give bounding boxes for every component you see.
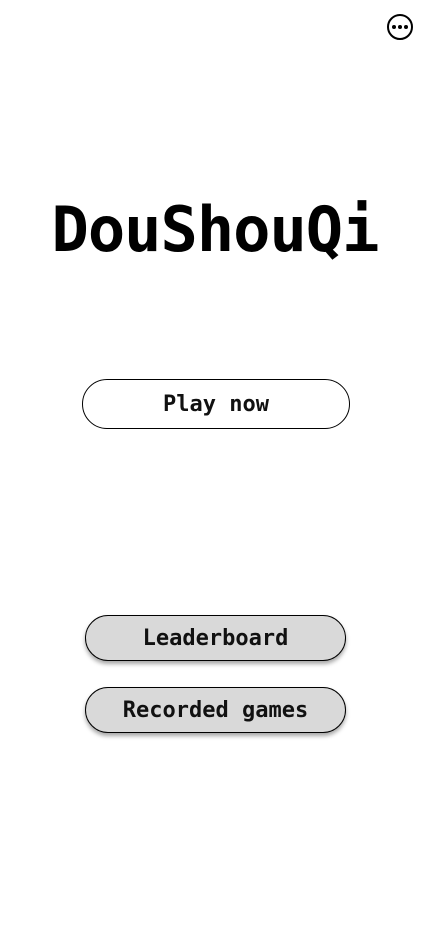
more-options-button[interactable] <box>387 14 413 40</box>
play-now-button[interactable]: Play now <box>82 379 350 429</box>
recorded-games-button[interactable]: Recorded games <box>85 687 346 733</box>
app-title: DouShouQi <box>51 193 380 266</box>
more-horizontal-icon <box>392 25 408 29</box>
leaderboard-button[interactable]: Leaderboard <box>85 615 346 661</box>
